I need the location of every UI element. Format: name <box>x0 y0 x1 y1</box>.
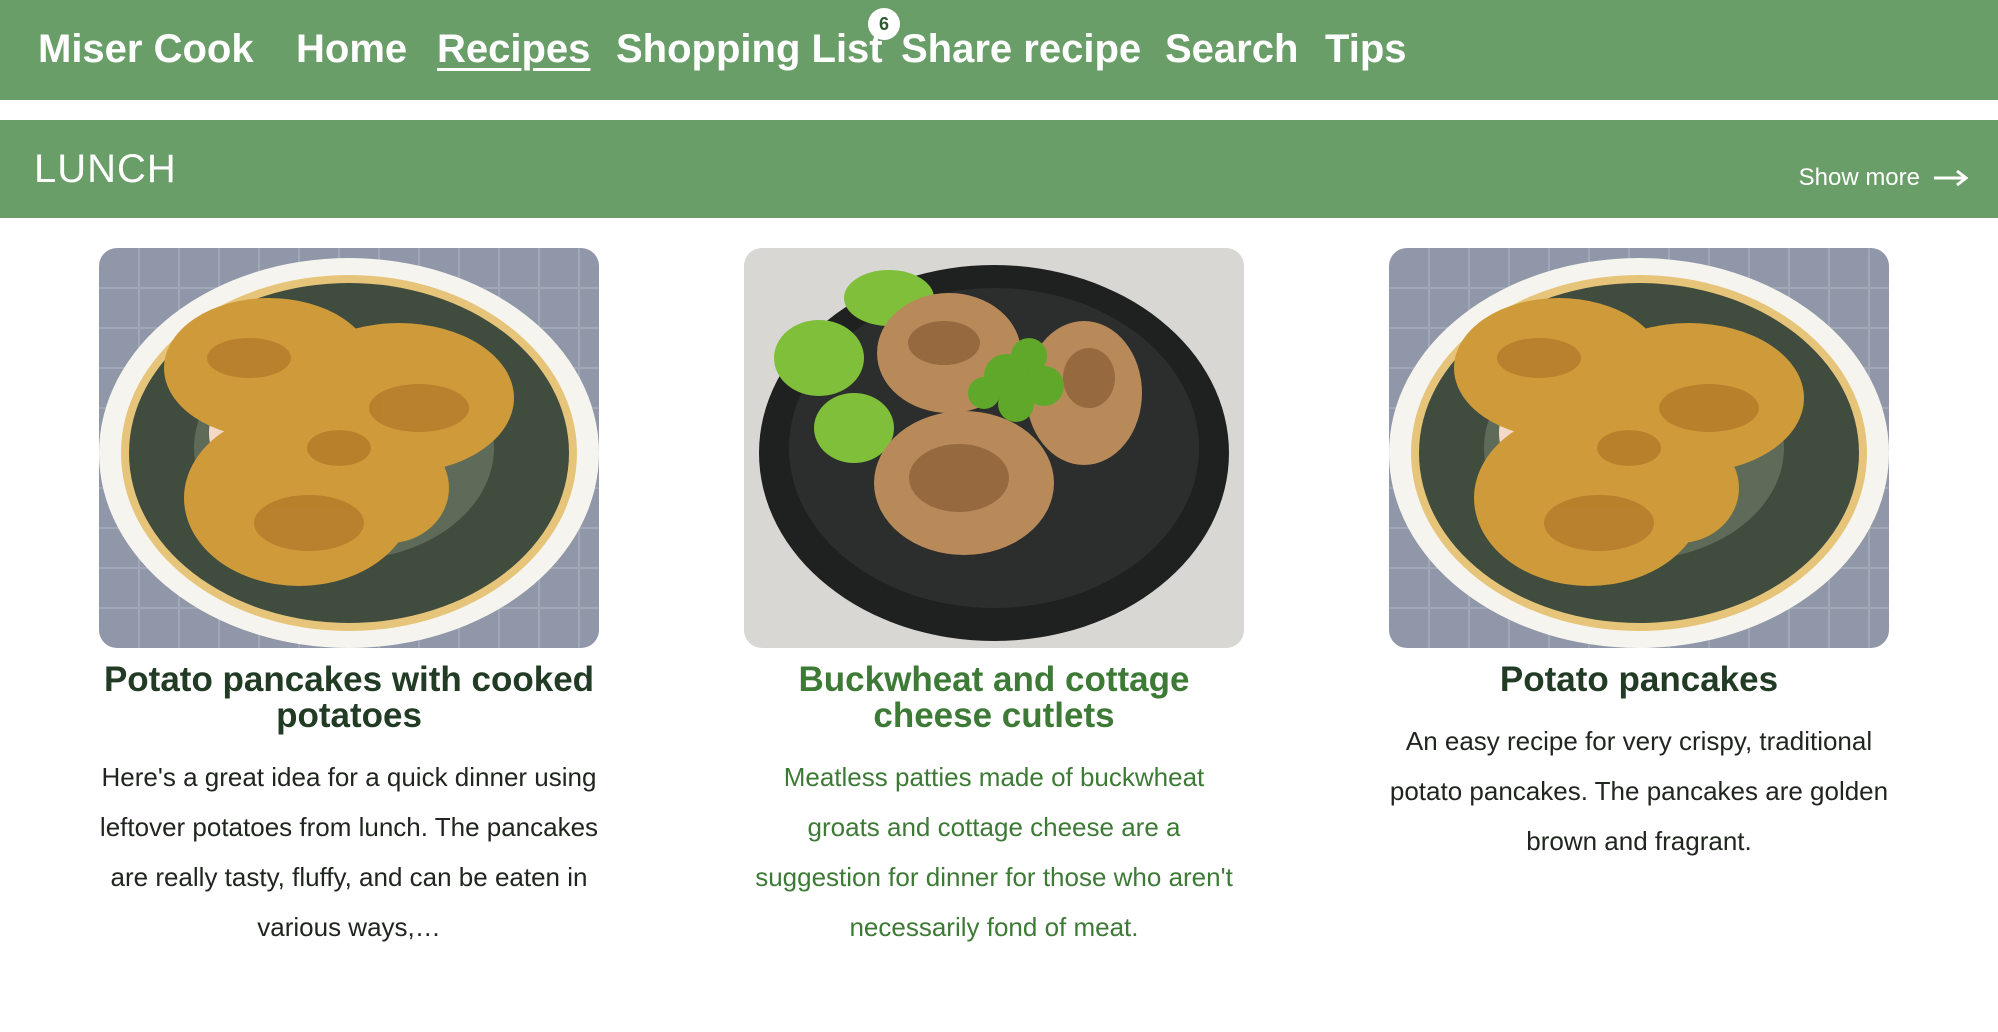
section-title: LUNCH <box>34 147 177 191</box>
recipe-title[interactable]: Buckwheat and cottage cheese cutlets <box>744 662 1244 734</box>
site-logo[interactable]: Miser Cook <box>38 24 254 74</box>
arrow-right-icon <box>1934 170 1968 186</box>
shopping-list-count-badge: 6 <box>868 8 900 40</box>
nav-item-tips[interactable]: Tips <box>1325 24 1407 74</box>
nav-item-home[interactable]: Home <box>296 24 407 74</box>
recipe-card[interactable]: Potato pancakes with cooked potatoes Her… <box>99 248 599 952</box>
recipe-title[interactable]: Potato pancakes with cooked potatoes <box>99 662 599 734</box>
recipe-card[interactable]: Potato pancakes An easy recipe for very … <box>1389 248 1889 866</box>
nav-item-share-recipe[interactable]: Share recipe <box>901 24 1141 74</box>
nav-item-shopping-list[interactable]: Shopping List <box>616 24 883 74</box>
recipe-card[interactable]: Buckwheat and cottage cheese cutlets Mea… <box>744 248 1244 952</box>
recipe-image-buckwheat-cutlets[interactable] <box>744 248 1244 648</box>
recipe-image-potato-pancakes[interactable] <box>1389 248 1889 648</box>
section-header <box>0 120 1998 218</box>
nav-item-search[interactable]: Search <box>1165 24 1298 74</box>
recipe-image-potato-pancakes[interactable] <box>99 248 599 648</box>
recipe-description: An easy recipe for very crispy, traditio… <box>1389 726 1889 856</box>
recipe-description: Here's a great idea for a quick dinner u… <box>99 762 599 942</box>
show-more-link[interactable]: Show more <box>1799 160 1968 196</box>
recipe-description: Meatless patties made of buckwheat groat… <box>755 762 1233 942</box>
show-more-label: Show more <box>1798 164 1920 191</box>
recipe-title[interactable]: Potato pancakes <box>1389 662 1889 698</box>
nav-item-recipes[interactable]: Recipes <box>437 24 590 74</box>
top-navigation: Miser Cook Home Recipes Shopping List 6 … <box>0 0 1998 100</box>
